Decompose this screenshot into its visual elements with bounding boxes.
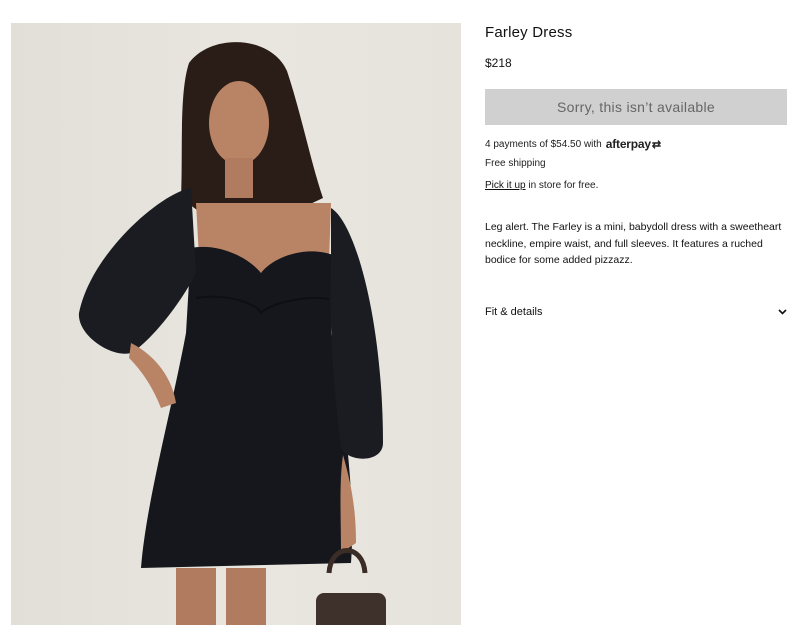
fit-details-label: Fit & details: [485, 306, 543, 318]
product-title: Farley Dress: [485, 24, 573, 41]
fit-details-accordion[interactable]: Fit & details: [485, 306, 787, 318]
product-image[interactable]: [11, 23, 461, 625]
shipping-note: Free shipping: [485, 158, 546, 169]
pick-it-up-link[interactable]: Pick it up: [485, 180, 526, 191]
product-photo-illustration: [78, 42, 386, 625]
pickup-rest-text: in store for free.: [525, 180, 599, 191]
afterpay-icon: ⇄: [651, 138, 662, 151]
afterpay-logo[interactable]: afterpay: [606, 137, 651, 151]
product-price: $218: [485, 56, 512, 70]
pickup-note: Pick it up in store for free.: [485, 180, 598, 191]
afterpay-info: 4 payments of $54.50 with afterpay ⇄: [485, 137, 661, 151]
afterpay-text: 4 payments of $54.50 with: [485, 138, 602, 150]
chevron-down-icon: [777, 307, 787, 317]
unavailable-button[interactable]: Sorry, this isn’t available: [485, 89, 787, 125]
product-description: Leg alert. The Farley is a mini, babydol…: [485, 221, 782, 266]
